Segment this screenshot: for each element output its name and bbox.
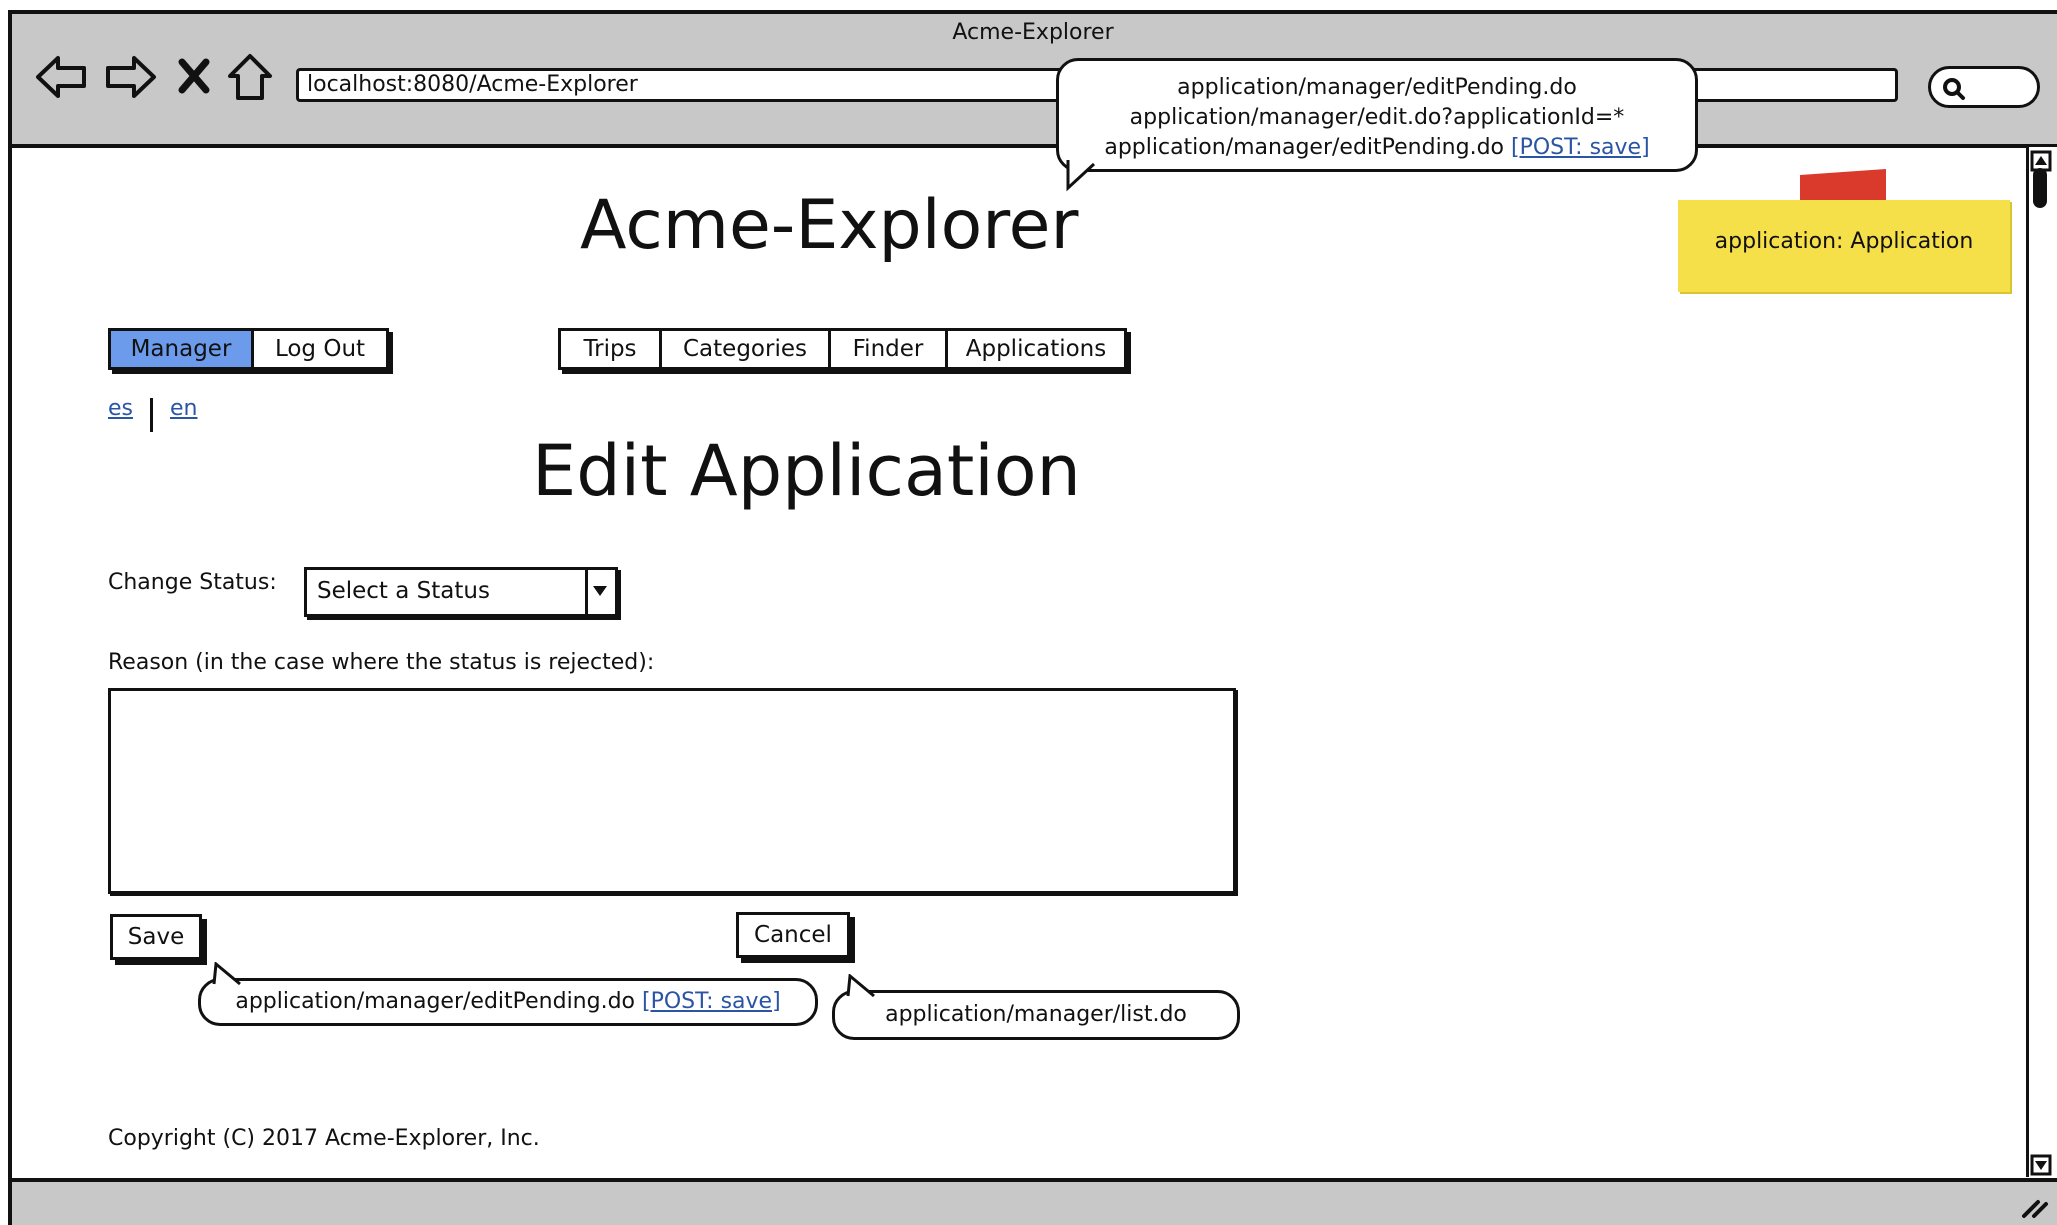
cancel-url-text: application/manager/list.do (885, 1002, 1187, 1027)
menu-applications[interactable]: Applications (948, 331, 1124, 367)
vertical-scrollbar[interactable] (2026, 147, 2057, 1177)
save-button[interactable]: Save (110, 914, 202, 960)
page-title: Edit Application (532, 430, 1081, 512)
menu-categories[interactable]: Categories (662, 331, 831, 367)
forward-icon[interactable] (102, 52, 158, 102)
callout-url-line: application/manager/editPending.do [POST… (1059, 133, 1695, 163)
save-url-text: application/manager/editPending.do (235, 989, 636, 1014)
menu-log-out[interactable]: Log Out (254, 331, 386, 367)
status-label: Change Status: (108, 570, 277, 595)
cancel-button[interactable]: Cancel (736, 912, 850, 958)
home-icon[interactable] (226, 52, 274, 102)
resize-grip-icon[interactable] (2020, 1190, 2050, 1220)
browser-search-field[interactable] (1928, 66, 2040, 108)
menu-finder[interactable]: Finder (831, 331, 948, 367)
callout-url-line: application/manager/edit.do?applicationI… (1129, 105, 1625, 130)
lang-en-link[interactable]: en (170, 396, 197, 421)
scroll-down-icon[interactable] (2030, 1154, 2052, 1176)
callout-url-text: application/manager/editPending.do (1104, 135, 1505, 160)
save-url-callout: application/manager/editPending.do [POST… (198, 978, 818, 1026)
stop-icon[interactable] (176, 56, 212, 96)
post-save-link[interactable]: [POST: save] (1511, 135, 1650, 160)
lang-divider (150, 398, 153, 432)
menu-trips[interactable]: Trips (561, 331, 662, 367)
page-urls-callout: application/manager/editPending.do appli… (1056, 58, 1698, 172)
status-select-value: Select a Status (317, 578, 490, 604)
scrollbar-thumb[interactable] (2033, 168, 2047, 208)
copyright-text: Copyright (C) 2017 Acme-Explorer, Inc. (108, 1126, 540, 1151)
main-menu: Trips Categories Finder Applications (558, 328, 1127, 370)
status-select[interactable]: Select a Status (304, 567, 618, 617)
status-select-button[interactable] (585, 570, 615, 614)
search-icon (1943, 78, 1965, 100)
callout-tail (846, 974, 875, 998)
user-menu: Manager Log Out (108, 328, 389, 370)
chevron-down-icon (593, 586, 607, 596)
browser-status-bar (12, 1178, 2057, 1225)
callout-tail (212, 962, 241, 986)
app-title: Acme-Explorer (580, 186, 1079, 265)
sticky-note: application: Application (1678, 200, 2010, 292)
reason-label: Reason (in the case where the status is … (108, 650, 655, 675)
callout-url-line: application/manager/editPending.do (1177, 75, 1577, 100)
lang-es-link[interactable]: es (108, 396, 133, 421)
window-title: Acme-Explorer (952, 20, 1114, 45)
save-post-link[interactable]: [POST: save] (642, 989, 781, 1014)
back-icon[interactable] (34, 52, 90, 102)
cancel-url-callout: application/manager/list.do (832, 990, 1240, 1040)
menu-manager[interactable]: Manager (111, 331, 254, 367)
reason-textarea[interactable] (108, 688, 1236, 894)
